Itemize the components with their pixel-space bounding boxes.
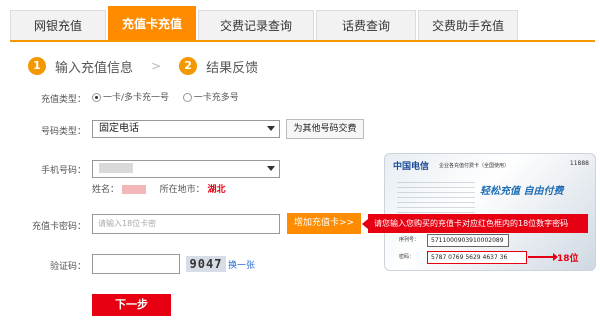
step-1-label: 输入充值信息 [55, 60, 134, 76]
tab-assistant-recharge[interactable]: 交费助手充值 [418, 10, 518, 40]
location-label: 所在地市： [159, 185, 205, 195]
card-password-label: 充值卡密码： [31, 222, 86, 232]
card-top-text: 企业各充值付费卡（全国使用） [439, 162, 510, 169]
serial-number: 5711000903910002089 [427, 234, 509, 247]
captcha-label: 验证码： [49, 262, 86, 272]
chevron-down-icon [267, 126, 275, 131]
china-telecom-logo: 中国电信 [393, 161, 430, 172]
recharge-type-radios: 一卡/多卡充一号 一卡充多号 [92, 90, 239, 103]
arrow-right-icon [528, 253, 558, 261]
owner-info: 姓名： 所在地市： 湖北 [92, 182, 226, 195]
chevron-down-icon [267, 166, 275, 171]
name-redacted [121, 185, 146, 194]
serial-label: 序列号： [399, 237, 420, 243]
tab-online-banking[interactable]: 网银充值 [10, 10, 106, 40]
chevron-right-icon: > [151, 59, 162, 73]
number-type-label: 号码类型： [40, 127, 86, 137]
tab-bar: 网银充值 充值卡充值 交费记录查询 话费查询 交费助手充值 [10, 6, 595, 42]
step-indicator: 1 输入充值信息 > 2 结果反馈 [28, 56, 258, 76]
location-value: 湖北 [207, 185, 226, 195]
name-label: 姓名： [92, 185, 120, 195]
password-number: 5787 0769 5629 4637 36 [427, 251, 527, 264]
phone-number-redacted [99, 163, 133, 173]
recharge-type-label: 充值类型： [40, 95, 86, 105]
add-card-button[interactable]: 增加充值卡>> [287, 213, 361, 234]
next-step-button[interactable]: 下一步 [92, 294, 171, 316]
recharge-card-illustration: 中国电信 企业各充值付费卡（全国使用） 11888 轻松充值 自由付费 序列号：… [384, 153, 596, 271]
radio-label-one-number: 一卡/多卡充一号 [103, 93, 170, 103]
radio-label-multi-number: 一卡充多号 [193, 93, 239, 103]
tab-balance-query[interactable]: 话费查询 [316, 10, 416, 40]
step-1-badge: 1 [28, 57, 46, 75]
password-label: 密码： [399, 254, 415, 260]
card-password-tooltip: 请您输入您购买的充值卡对应红色框内的18位数字密码 [362, 214, 588, 233]
phone-number-select[interactable] [92, 160, 280, 178]
tab-payment-records[interactable]: 交费记录查询 [198, 10, 314, 40]
page: 网银充值 充值卡充值 交费记录查询 话费查询 交费助手充值 1 输入充值信息 >… [0, 0, 600, 323]
step-2-label: 结果反馈 [206, 60, 259, 76]
captcha-input[interactable] [92, 254, 180, 274]
radio-one-card-one-number[interactable] [92, 93, 101, 102]
card-header: 中国电信 企业各充值付费卡（全国使用） [385, 154, 595, 176]
captcha-image: 9047 [186, 256, 226, 272]
digits-label: 18位 [557, 254, 579, 264]
refresh-captcha-link[interactable]: 换一张 [228, 258, 255, 271]
number-type-value: 固定电话 [99, 123, 139, 134]
phone-label: 手机号码： [40, 166, 86, 176]
radio-one-card-multi-number[interactable] [182, 93, 192, 102]
tab-card-recharge[interactable]: 充值卡充值 [108, 6, 196, 40]
card-password-input[interactable]: 请输入18位卡密 [92, 214, 280, 234]
step-2-badge: 2 [179, 57, 198, 75]
number-type-select[interactable]: 固定电话 [92, 120, 280, 138]
card-slogan: 轻松充值 自由付费 [480, 186, 564, 197]
pay-other-number-button[interactable]: 为其他号码交费 [286, 119, 364, 139]
card-top-code: 11888 [569, 160, 589, 167]
